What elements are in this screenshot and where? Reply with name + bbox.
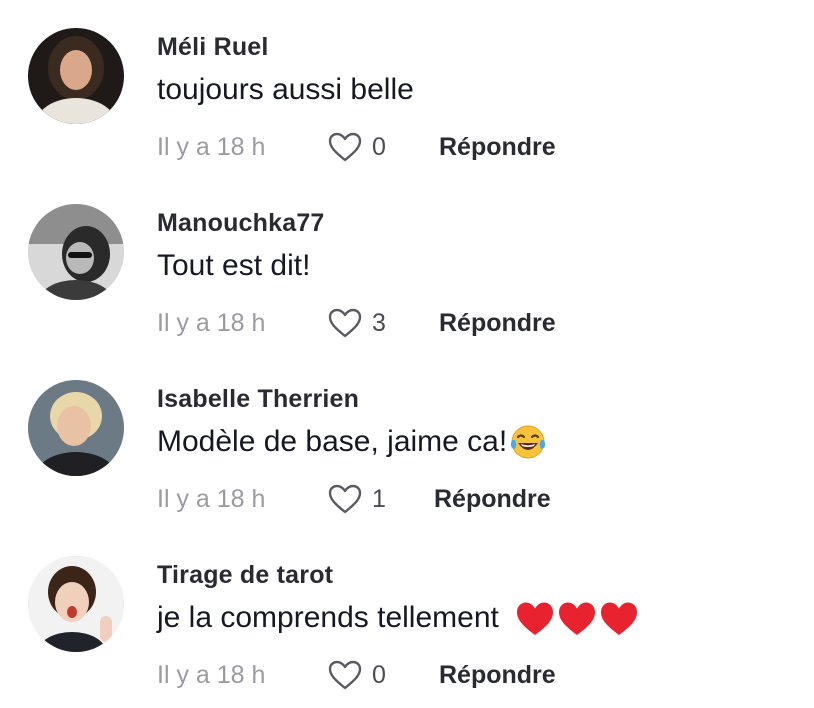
reply-button[interactable]: Répondre (439, 309, 556, 338)
reply-button[interactable]: Répondre (439, 133, 556, 162)
reply-button[interactable]: Répondre (434, 485, 551, 514)
avatar[interactable] (28, 204, 124, 300)
comment-text: toujours aussi belle (157, 73, 414, 107)
comment-time: Il y a 18 h (157, 484, 266, 513)
comment-item: Méli Ruel toujours aussi belle Il y a 18… (0, 0, 814, 176)
like-button[interactable]: 1 (327, 483, 434, 515)
comment-text: Tout est dit! (157, 249, 310, 283)
heart-outline-icon (328, 484, 362, 514)
comment-username[interactable]: Manouchka77 (157, 209, 325, 238)
reply-button[interactable]: Répondre (439, 661, 556, 690)
avatar[interactable] (28, 556, 124, 652)
comment-username[interactable]: Méli Ruel (157, 33, 269, 62)
like-count: 1 (372, 484, 386, 513)
like-count: 0 (372, 660, 386, 689)
comment-meta: Il y a 18 h 1 Répondre (157, 482, 551, 516)
tears-of-joy-emoji-icon (509, 425, 547, 461)
comment-meta: Il y a 18 h 0 Répondre (157, 130, 556, 164)
red-heart-icon (599, 601, 639, 637)
heart-outline-icon (328, 660, 362, 690)
comment-item: Tirage de tarot je la comprends tellemen… (0, 528, 814, 704)
comment-text-content: Tout est dit! (157, 249, 311, 282)
like-count: 3 (372, 308, 386, 337)
comment-meta: Il y a 18 h 3 Répondre (157, 306, 556, 340)
heart-outline-icon (328, 308, 362, 338)
comment-username[interactable]: Tirage de tarot (157, 561, 333, 590)
avatar[interactable] (28, 28, 124, 124)
heart-outline-icon (328, 132, 362, 162)
comment-meta: Il y a 18 h 0 Répondre (157, 658, 556, 692)
comment-text-content: Modèle de base, jaime ca! (157, 425, 508, 458)
comment-text: Modèle de base, jaime ca! (157, 425, 547, 461)
avatar[interactable] (28, 380, 124, 476)
comment-time: Il y a 18 h (157, 308, 266, 337)
comment-item: Isabelle Therrien Modèle de base, jaime … (0, 352, 814, 528)
like-count: 0 (372, 132, 386, 161)
comment-text-content: toujours aussi belle (157, 73, 414, 106)
like-button[interactable]: 0 (327, 659, 439, 691)
like-button[interactable]: 3 (327, 307, 439, 339)
comment-text-content: je la comprends tellement (157, 601, 499, 634)
comment-text: je la comprends tellement (157, 601, 639, 637)
red-heart-icon (515, 601, 555, 637)
like-button[interactable]: 0 (327, 131, 439, 163)
comment-username[interactable]: Isabelle Therrien (157, 385, 359, 414)
red-heart-icon (557, 601, 597, 637)
comment-time: Il y a 18 h (157, 660, 266, 689)
comment-time: Il y a 18 h (157, 132, 266, 161)
comment-item: Manouchka77 Tout est dit! Il y a 18 h 3 … (0, 176, 814, 352)
